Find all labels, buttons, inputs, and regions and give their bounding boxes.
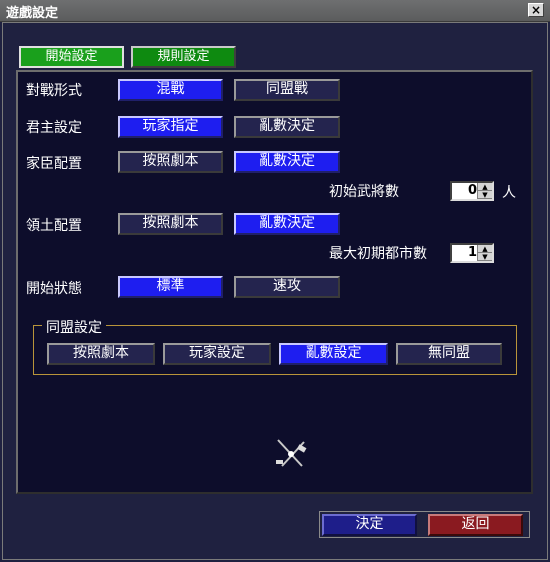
up-arrow-icon[interactable]: ▲ <box>478 183 492 191</box>
vassal-random-button[interactable]: 亂數決定 <box>234 151 340 173</box>
territory-random-button[interactable]: 亂數決定 <box>234 213 340 235</box>
start-standard-button[interactable]: 標準 <box>118 276 223 298</box>
lord-player-button[interactable]: 玩家指定 <box>118 116 223 138</box>
battle-mode-alliance-button[interactable]: 同盟戰 <box>234 79 340 101</box>
generals-unit-label: 人 <box>502 185 516 201</box>
stepper-arrows[interactable]: ▲ ▼ <box>477 183 492 199</box>
initial-generals-label: 初始武將數 <box>329 184 399 200</box>
stepper-arrows[interactable]: ▲ ▼ <box>477 245 492 261</box>
initial-generals-stepper[interactable]: 0 ▲ ▼ <box>450 181 494 201</box>
max-cities-label: 最大初期都市數 <box>329 246 427 262</box>
crossed-swords-icon <box>276 439 307 467</box>
lord-random-button[interactable]: 亂數決定 <box>234 116 340 138</box>
start-state-label: 開始狀態 <box>26 281 82 297</box>
close-button[interactable]: × <box>528 3 544 17</box>
tab-rule-settings[interactable]: 規則設定 <box>131 46 236 68</box>
lord-setting-label: 君主設定 <box>26 120 82 136</box>
battle-mode-melee-button[interactable]: 混戰 <box>118 79 223 101</box>
alliance-group-title: 同盟設定 <box>42 317 106 337</box>
territory-placement-label: 領土配置 <box>26 218 82 234</box>
vassal-placement-label: 家臣配置 <box>26 156 82 172</box>
territory-scenario-button[interactable]: 按照劇本 <box>118 213 223 235</box>
down-arrow-icon[interactable]: ▼ <box>478 253 492 261</box>
max-cities-value: 1 <box>467 245 477 260</box>
ok-button[interactable]: 決定 <box>322 514 417 536</box>
title-bar: 遊戲設定 × <box>0 0 550 22</box>
battle-mode-label: 對戰形式 <box>26 83 82 99</box>
down-arrow-icon[interactable]: ▼ <box>478 191 492 199</box>
window-title: 遊戲設定 <box>6 6 59 21</box>
alliance-player-button[interactable]: 玩家設定 <box>163 343 271 365</box>
alliance-random-button[interactable]: 亂數設定 <box>279 343 388 365</box>
tab-start-settings[interactable]: 開始設定 <box>19 46 124 68</box>
initial-generals-value: 0 <box>467 183 477 198</box>
start-rush-button[interactable]: 速攻 <box>234 276 340 298</box>
alliance-scenario-button[interactable]: 按照劇本 <box>47 343 155 365</box>
up-arrow-icon[interactable]: ▲ <box>478 245 492 253</box>
max-cities-stepper[interactable]: 1 ▲ ▼ <box>450 243 494 263</box>
vassal-scenario-button[interactable]: 按照劇本 <box>118 151 223 173</box>
alliance-none-button[interactable]: 無同盟 <box>396 343 502 365</box>
back-button[interactable]: 返回 <box>428 514 523 536</box>
